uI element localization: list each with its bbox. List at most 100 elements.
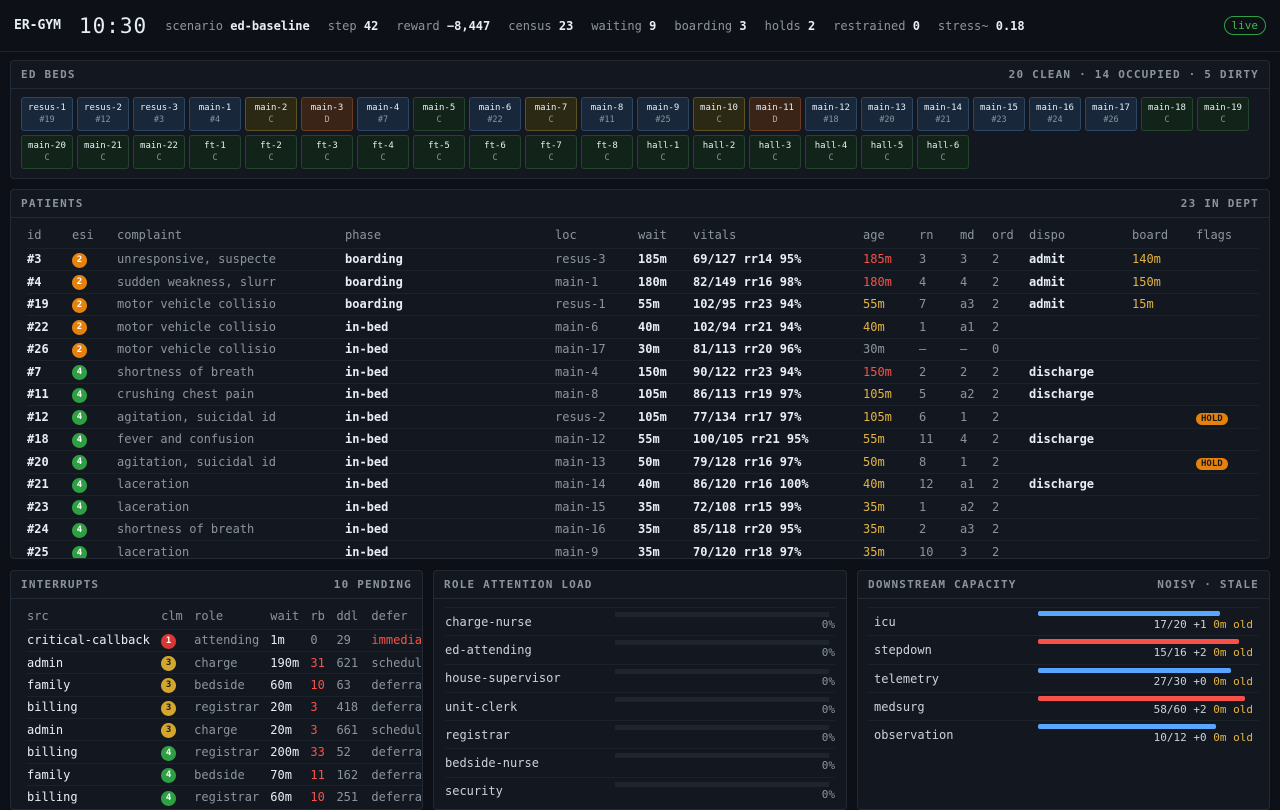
interrupt-row[interactable]: family 4 bedside 70m 11 162 deferra: [27, 762, 422, 786]
bed-tile[interactable]: main-1 #4: [189, 97, 241, 131]
bed-tile[interactable]: main-10 C: [693, 97, 745, 131]
bed-tile[interactable]: main-21 C: [77, 135, 129, 169]
column-header[interactable]: defer: [371, 603, 422, 629]
bed-tile[interactable]: ft-6 C: [469, 135, 521, 169]
live-badge[interactable]: live: [1223, 16, 1266, 35]
interrupt-cell: 10: [310, 785, 337, 809]
bed-tile[interactable]: main-7 C: [525, 97, 577, 131]
column-header[interactable]: rb: [310, 603, 336, 629]
patient-cell: agitation, suicidal id: [117, 450, 345, 473]
interrupt-row[interactable]: billing 4 registrar 200m 33 52 deferra: [27, 740, 422, 764]
bed-tile[interactable]: main-6 #22: [469, 97, 521, 131]
column-header[interactable]: role: [194, 603, 270, 629]
column-header[interactable]: loc: [555, 222, 638, 248]
role-list: charge-nurse 0% ed-attending 0% house-superv…: [434, 599, 846, 805]
bed-tile[interactable]: main-8 #11: [581, 97, 633, 131]
bed-tile[interactable]: hall-2 C: [693, 135, 745, 169]
bed-tile[interactable]: main-19 C: [1197, 97, 1249, 131]
bed-tile[interactable]: hall-6 C: [917, 135, 969, 169]
interrupt-row[interactable]: critical-callback 1 attending 1m 0 29 immedia: [27, 628, 422, 652]
patient-cell: resus-2: [555, 405, 638, 428]
column-header[interactable]: ord: [992, 222, 1029, 248]
column-header[interactable]: board: [1132, 222, 1196, 248]
bed-tile[interactable]: main-17 #26: [1085, 97, 1137, 131]
bed-tile[interactable]: hall-4 C: [805, 135, 857, 169]
patient-row[interactable]: #3 2 unresponsive, suspecte boarding resus-3…: [27, 247, 1259, 271]
patient-row[interactable]: #7 4 shortness of breath in-bed main-4 150m 90…: [27, 360, 1259, 383]
bed-tile[interactable]: ft-2 C: [245, 135, 297, 169]
bed-tile[interactable]: main-3 D: [301, 97, 353, 131]
interrupt-row[interactable]: billing 3 registrar 20m 3 418 deferra: [27, 695, 422, 719]
column-header[interactable]: rn: [919, 222, 960, 248]
column-header[interactable]: md: [960, 222, 992, 248]
patient-row[interactable]: #21 4 laceration in-bed main-14 40m 86/120 rr1…: [27, 472, 1259, 496]
bed-tile[interactable]: resus-3 #3: [133, 97, 185, 131]
patient-row[interactable]: #26 2 motor vehicle collisio in-bed main-17 3…: [27, 337, 1259, 361]
patient-cell: boarding: [345, 292, 555, 316]
bed-tile[interactable]: main-18 C: [1141, 97, 1193, 131]
patient-row[interactable]: #11 4 crushing chest pain in-bed main-8 105m 8…: [27, 382, 1259, 406]
interrupt-cell: deferra: [371, 785, 422, 809]
patient-row[interactable]: #4 2 sudden weakness, slurr boarding main-1 1…: [27, 270, 1259, 293]
column-header[interactable]: phase: [345, 222, 555, 248]
patient-row[interactable]: #12 4 agitation, suicidal id in-bed resus-2 1…: [27, 405, 1259, 428]
column-header[interactable]: wait: [270, 603, 310, 629]
patient-cell: 3: [960, 540, 992, 558]
column-header[interactable]: ddl: [336, 603, 371, 629]
interrupt-row[interactable]: admin 3 charge 190m 31 621 schedul: [27, 650, 422, 674]
patient-cell: 4: [72, 450, 117, 473]
interrupt-cell: 621: [336, 650, 372, 674]
interrupt-row[interactable]: family 3 bedside 60m 10 63 deferra: [27, 673, 422, 697]
column-header[interactable]: wait: [638, 222, 693, 248]
bed-tile[interactable]: ft-4 C: [357, 135, 409, 169]
patient-row[interactable]: #19 2 motor vehicle collisio boarding resus-…: [27, 292, 1259, 316]
patient-cell: 2: [72, 315, 117, 338]
bed-tile[interactable]: resus-1 #19: [21, 97, 73, 131]
bed-tile[interactable]: ft-8 C: [581, 135, 633, 169]
bed-tile[interactable]: hall-5 C: [861, 135, 913, 169]
bed-name: main-7: [534, 103, 568, 113]
patient-row[interactable]: #18 4 fever and confusion in-bed main-12 55m 1…: [27, 427, 1259, 451]
interrupt-row[interactable]: billing 4 registrar 60m 10 251 deferra: [27, 785, 422, 809]
column-header[interactable]: flags: [1196, 222, 1259, 248]
bed-tile[interactable]: resus-2 #12: [77, 97, 129, 131]
bed-tile[interactable]: main-15 #23: [973, 97, 1025, 131]
bed-status: C: [940, 153, 946, 163]
bed-tile[interactable]: ft-1 C: [189, 135, 241, 169]
patient-row[interactable]: #25 4 laceration in-bed main-9 35m 70/120 rr18…: [27, 540, 1259, 558]
bed-tile[interactable]: main-20 C: [21, 135, 73, 169]
bed-tile[interactable]: ft-3 C: [301, 135, 353, 169]
patient-row[interactable]: #24 4 shortness of breath in-bed main-16 35m 8…: [27, 517, 1259, 541]
patient-row[interactable]: #22 2 motor vehicle collisio in-bed main-6 40…: [27, 315, 1259, 338]
bed-tile[interactable]: main-11 D: [749, 97, 801, 131]
column-header[interactable]: id: [27, 222, 72, 248]
column-header[interactable]: esi: [72, 222, 117, 248]
role-load-bar: [615, 753, 829, 759]
column-header[interactable]: vitals: [693, 222, 863, 248]
bed-tile[interactable]: main-2 C: [245, 97, 297, 131]
patient-row[interactable]: #20 4 agitation, suicidal id in-bed main-13 5…: [27, 450, 1259, 473]
patient-cell: 150m: [638, 360, 693, 383]
column-header[interactable]: clm: [161, 603, 194, 629]
patient-cell: discharge: [1029, 472, 1132, 496]
interrupt-row[interactable]: admin 3 charge 20m 3 661 schedul: [27, 718, 422, 741]
patient-row[interactable]: #23 4 laceration in-bed main-15 35m 72/108 rr1…: [27, 495, 1259, 518]
column-header[interactable]: complaint: [117, 222, 345, 248]
bed-tile[interactable]: main-5 C: [413, 97, 465, 131]
bed-tile[interactable]: main-16 #24: [1029, 97, 1081, 131]
bed-tile[interactable]: main-4 #7: [357, 97, 409, 131]
bed-tile[interactable]: main-12 #18: [805, 97, 857, 131]
bed-tile[interactable]: main-13 #20: [861, 97, 913, 131]
bed-tile[interactable]: main-9 #25: [637, 97, 689, 131]
column-header[interactable]: dispo: [1029, 222, 1132, 248]
bed-tile[interactable]: hall-3 C: [749, 135, 801, 169]
bed-tile[interactable]: ft-7 C: [525, 135, 577, 169]
bed-tile[interactable]: main-14 #21: [917, 97, 969, 131]
bed-tile[interactable]: main-22 C: [133, 135, 185, 169]
column-header[interactable]: age: [863, 222, 919, 248]
bed-tile[interactable]: ft-5 C: [413, 135, 465, 169]
patient-cell: 55m: [638, 427, 693, 451]
bed-tile[interactable]: hall-1 C: [637, 135, 689, 169]
column-header[interactable]: src: [27, 603, 161, 629]
bed-status: C: [548, 153, 554, 163]
